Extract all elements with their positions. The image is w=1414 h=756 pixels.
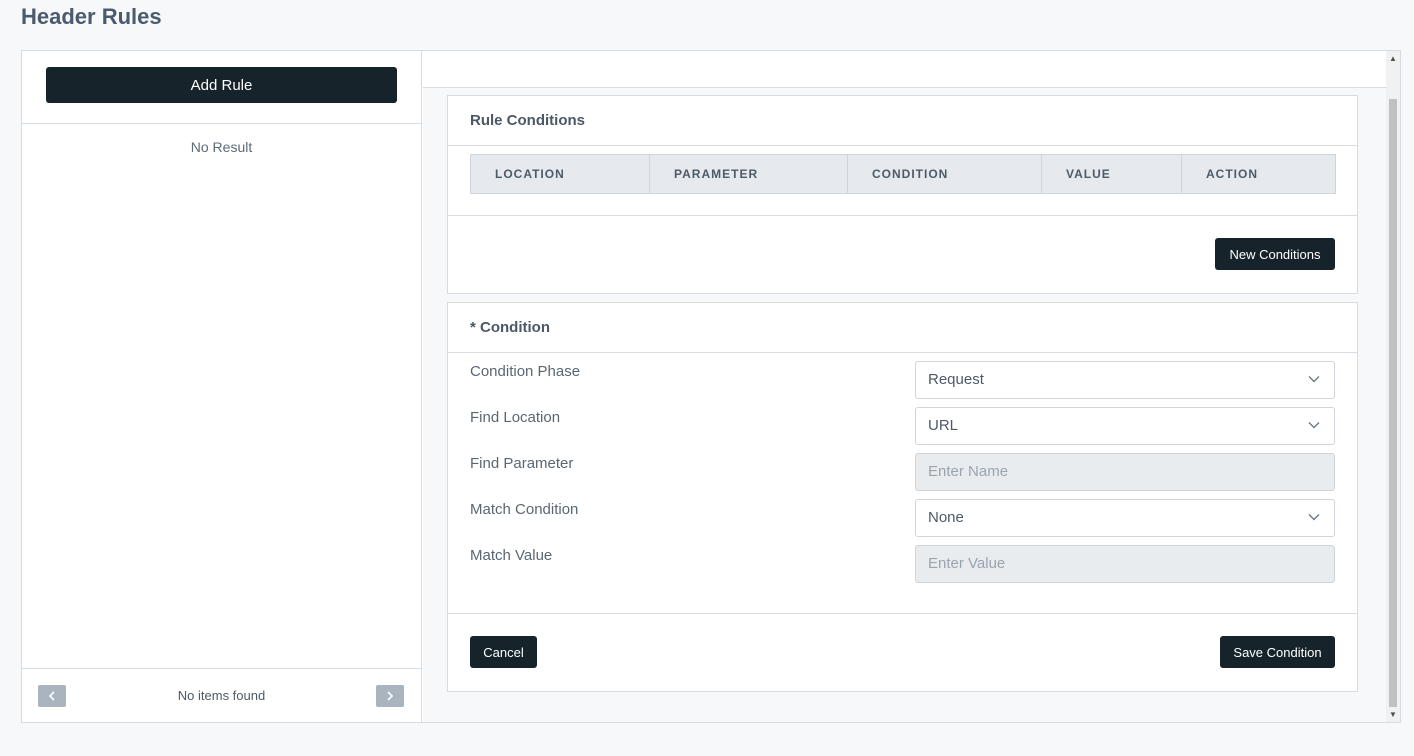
scrollbar-thumb[interactable] (1389, 99, 1397, 707)
match-value-input[interactable]: Enter Value (915, 545, 1335, 583)
pagination: No items found (22, 668, 421, 722)
rule-conditions-title: Rule Conditions (470, 112, 585, 129)
condition-form-card: * Condition Condition Phase Request Find… (447, 302, 1358, 692)
add-rule-button[interactable]: Add Rule (46, 67, 397, 103)
column-location: LOCATION (470, 154, 650, 194)
column-parameter: PARAMETER (649, 154, 848, 194)
rules-sidebar: Add Rule No Result No items found (22, 51, 422, 722)
condition-phase-value: Request (928, 371, 984, 388)
match-condition-value: None (928, 509, 964, 526)
find-parameter-row: Find Parameter Enter Name (470, 453, 1336, 491)
find-location-label: Find Location (470, 409, 561, 426)
condition-phase-label: Condition Phase (470, 363, 581, 380)
cancel-button[interactable]: Cancel (470, 636, 537, 668)
divider (448, 613, 1357, 614)
divider (22, 123, 421, 124)
column-action: ACTION (1181, 154, 1336, 194)
scroll-down-icon[interactable]: ▼ (1389, 711, 1397, 719)
match-condition-row: Match Condition None (470, 499, 1336, 537)
column-value: VALUE (1041, 154, 1182, 194)
vertical-scrollbar[interactable]: ▲ ▼ (1386, 51, 1400, 722)
top-strip (423, 51, 1386, 88)
match-condition-select[interactable]: None (915, 499, 1335, 537)
rule-conditions-card: Rule Conditions LOCATION PARAMETER CONDI… (447, 95, 1358, 294)
page-title: Header Rules (21, 4, 162, 29)
condition-phase-row: Condition Phase Request (470, 361, 1336, 399)
column-condition: CONDITION (847, 154, 1042, 194)
divider (448, 352, 1357, 353)
divider (448, 145, 1357, 146)
find-location-select[interactable]: URL (915, 407, 1335, 445)
match-condition-label: Match Condition (470, 501, 579, 518)
condition-form-title: * Condition (470, 319, 550, 336)
match-value-placeholder: Enter Value (928, 555, 1006, 572)
match-value-row: Match Value Enter Value (470, 545, 1336, 583)
chevron-down-icon (1308, 376, 1320, 383)
empty-state-text: No Result (190, 139, 253, 155)
find-location-value: URL (928, 417, 959, 434)
save-condition-button[interactable]: Save Condition (1220, 636, 1335, 668)
conditions-table: LOCATION PARAMETER CONDITION VALUE ACTIO… (470, 154, 1336, 194)
chevron-right-icon (387, 691, 394, 701)
scroll-up-icon[interactable]: ▲ (1389, 55, 1397, 63)
table-header-row: LOCATION PARAMETER CONDITION VALUE ACTIO… (470, 154, 1336, 194)
find-parameter-placeholder: Enter Name (928, 463, 1009, 480)
new-conditions-button[interactable]: New Conditions (1215, 238, 1335, 270)
condition-phase-select[interactable]: Request (915, 361, 1335, 399)
find-location-row: Find Location URL (470, 407, 1336, 445)
next-page-button[interactable] (376, 685, 404, 707)
match-value-label: Match Value (470, 547, 553, 564)
chevron-down-icon (1308, 422, 1320, 429)
find-parameter-input[interactable]: Enter Name (915, 453, 1335, 491)
chevron-down-icon (1308, 514, 1320, 521)
rule-detail-pane: Rule Conditions LOCATION PARAMETER CONDI… (423, 51, 1386, 722)
rules-panel: Add Rule No Result No items found Rule C… (21, 50, 1401, 723)
find-parameter-label: Find Parameter (470, 455, 574, 472)
divider (448, 215, 1357, 216)
pagination-status: No items found (177, 688, 266, 703)
